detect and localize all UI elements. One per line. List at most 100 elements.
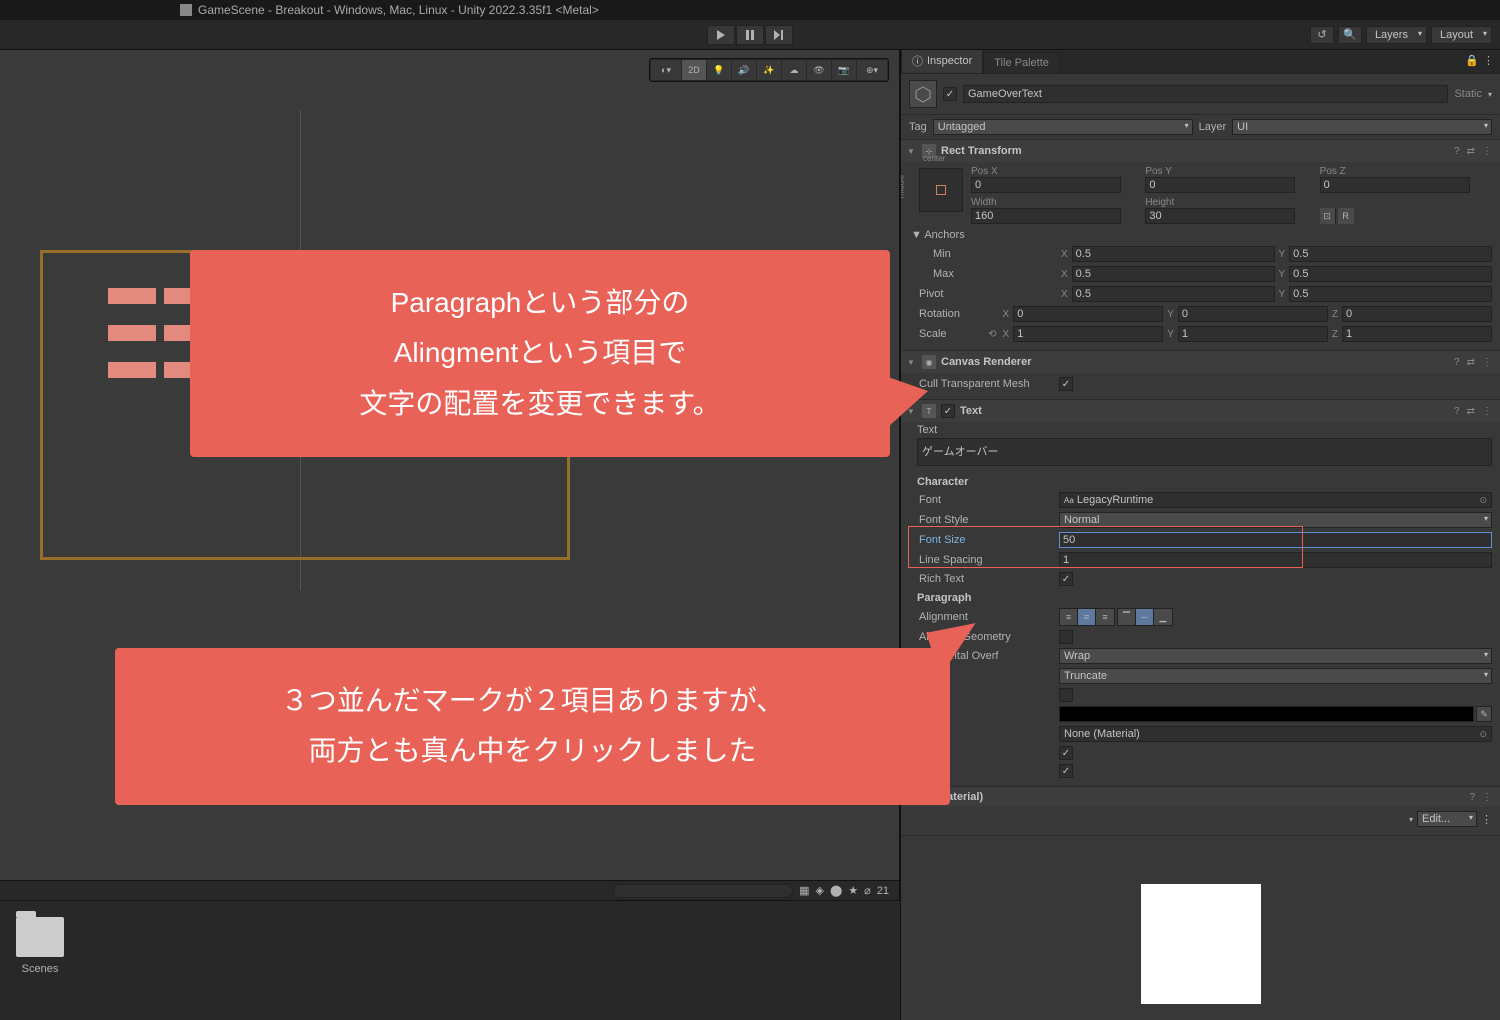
vertoverflow-dropdown[interactable]: Truncate — [1059, 668, 1492, 684]
menu-icon[interactable]: ⋮ — [1480, 792, 1494, 803]
menu-icon[interactable]: ⋮ — [1480, 146, 1494, 157]
height-input[interactable] — [1145, 208, 1295, 224]
brick-sprite[interactable] — [108, 288, 156, 304]
footer-icon[interactable]: ◈ — [815, 884, 823, 897]
anchor-preset-button[interactable] — [919, 168, 963, 212]
active-checkbox[interactable] — [943, 87, 957, 101]
shader-edit-dropdown[interactable]: Edit... — [1417, 811, 1477, 827]
link-icon[interactable]: ⟲ — [986, 326, 998, 342]
eyedropper-button[interactable]: ✎ — [1476, 706, 1492, 722]
static-dropdown-arrow[interactable]: ▾ — [1488, 90, 1492, 99]
scaley-input[interactable] — [1178, 326, 1328, 342]
rotz-input[interactable] — [1342, 306, 1492, 322]
anchor-maxy-input[interactable] — [1289, 266, 1492, 282]
cull-checkbox[interactable] — [1059, 377, 1073, 391]
audio-toggle[interactable]: 🔊 — [732, 60, 756, 80]
visibility-toggle[interactable]: 👁 — [807, 60, 831, 80]
posz-input[interactable] — [1320, 177, 1470, 193]
eye-off-icon[interactable]: ⌀ — [864, 884, 871, 897]
maskable-checkbox[interactable] — [1059, 764, 1073, 778]
scalex-input[interactable] — [1013, 326, 1163, 342]
material-field[interactable]: None (Material)⊙ — [1059, 726, 1492, 742]
help-icon[interactable]: ? — [1452, 357, 1462, 368]
fontstyle-dropdown[interactable]: Normal — [1059, 512, 1492, 528]
valign-top-button[interactable]: ▔ — [1118, 609, 1136, 625]
roty-input[interactable] — [1178, 306, 1328, 322]
component-header[interactable]: ▼ ⊹ Rect Transform ?⇄⋮ — [901, 140, 1500, 162]
scalez-input[interactable] — [1342, 326, 1492, 342]
raw-edit-button[interactable]: R — [1338, 208, 1354, 224]
help-icon[interactable]: ? — [1467, 792, 1477, 803]
linespacing-input[interactable] — [1059, 552, 1492, 568]
inspector-tab[interactable]: ⓘ Inspector — [901, 50, 983, 73]
gizmos-dropdown[interactable]: ⊕▾ — [857, 60, 887, 80]
lock-icon[interactable]: 🔒 — [1465, 54, 1479, 67]
brick-sprite[interactable] — [108, 325, 156, 341]
foldout-icon[interactable]: ▼ — [907, 358, 917, 367]
menu-icon[interactable]: ⋮ — [1480, 357, 1494, 368]
help-icon[interactable]: ? — [1452, 146, 1462, 157]
menu-icon[interactable]: ⋮ — [1483, 54, 1494, 67]
tag-dropdown[interactable]: Untagged — [933, 119, 1193, 135]
valign-middle-button[interactable]: ─ — [1136, 609, 1154, 625]
preset-icon[interactable]: ⇄ — [1465, 146, 1477, 157]
undo-history-button[interactable]: ↺ — [1310, 26, 1334, 44]
2d-toggle[interactable]: 2D — [682, 60, 706, 80]
posy-input[interactable] — [1145, 177, 1295, 193]
anchor-maxx-input[interactable] — [1072, 266, 1275, 282]
horizoverflow-dropdown[interactable]: Wrap — [1059, 648, 1492, 664]
layer-dropdown[interactable]: UI — [1232, 119, 1492, 135]
anchor-miny-input[interactable] — [1289, 246, 1492, 262]
preset-icon[interactable]: ⇄ — [1465, 406, 1477, 417]
lighting-toggle[interactable]: 💡 — [707, 60, 731, 80]
footer-icon[interactable]: ⬤ — [830, 884, 842, 897]
fontsize-input[interactable] — [1059, 532, 1492, 548]
fx-toggle[interactable]: ✨ — [757, 60, 781, 80]
align-left-button[interactable]: ≡ — [1060, 609, 1078, 625]
align-right-button[interactable]: ≡ — [1096, 609, 1114, 625]
text-textarea[interactable]: ゲームオーバー — [917, 438, 1492, 466]
hidden-toggle[interactable]: ☁ — [782, 60, 806, 80]
play-button[interactable] — [707, 25, 735, 45]
scene-search-input[interactable] — [613, 884, 793, 898]
bestfit-checkbox[interactable] — [1059, 688, 1073, 702]
help-icon[interactable]: ? — [1452, 406, 1462, 417]
blueprint-mode-button[interactable]: ⊡ — [1320, 208, 1336, 224]
footer-icon[interactable]: ▦ — [799, 884, 809, 897]
pivotx-input[interactable] — [1072, 286, 1275, 302]
component-header[interactable]: ▼ T Text ?⇄⋮ — [901, 400, 1500, 422]
search-button[interactable]: 🔍 — [1338, 26, 1362, 44]
pivoty-input[interactable] — [1289, 286, 1492, 302]
width-input[interactable] — [971, 208, 1121, 224]
layers-dropdown[interactable]: Layers — [1366, 26, 1427, 44]
asset-folder[interactable]: Scenes — [8, 909, 72, 1012]
rotx-input[interactable] — [1013, 306, 1163, 322]
step-button[interactable] — [765, 25, 793, 45]
gameobject-icon[interactable] — [909, 80, 937, 108]
tile-palette-tab[interactable]: Tile Palette — [983, 52, 1060, 73]
brick-sprite[interactable] — [108, 362, 156, 378]
shading-mode-dropdown[interactable]: ◐▾ — [651, 60, 681, 80]
richtext-checkbox[interactable] — [1059, 572, 1073, 586]
anchor-minx-input[interactable] — [1072, 246, 1275, 262]
shader-arrow[interactable]: ▾ — [1409, 815, 1413, 824]
component-header[interactable]: ▼ ◉ Canvas Renderer ?⇄⋮ — [901, 351, 1500, 373]
component-header[interactable]: ▶ al (Material) ?⋮ — [901, 787, 1500, 807]
font-field[interactable]: Aa LegacyRuntime⊙ — [1059, 492, 1492, 508]
pause-button[interactable] — [736, 25, 764, 45]
valign-bottom-button[interactable]: ▁ — [1154, 609, 1172, 625]
camera-button[interactable]: 📷 — [832, 60, 856, 80]
enable-checkbox[interactable] — [941, 404, 955, 418]
posx-input[interactable] — [971, 177, 1121, 193]
foldout-icon[interactable]: ▼ — [907, 147, 917, 156]
footer-icon[interactable]: ★ — [848, 884, 858, 897]
menu-icon[interactable]: ⋮ — [1481, 813, 1492, 826]
preset-icon[interactable]: ⇄ — [1465, 357, 1477, 368]
align-center-button[interactable]: ≡ — [1078, 609, 1096, 625]
menu-icon[interactable]: ⋮ — [1480, 406, 1494, 417]
color-swatch[interactable] — [1059, 706, 1474, 722]
layout-dropdown[interactable]: Layout — [1431, 26, 1492, 44]
object-name-input[interactable] — [963, 85, 1448, 103]
raycast-checkbox[interactable] — [1059, 746, 1073, 760]
alignbygeo-checkbox[interactable] — [1059, 630, 1073, 644]
